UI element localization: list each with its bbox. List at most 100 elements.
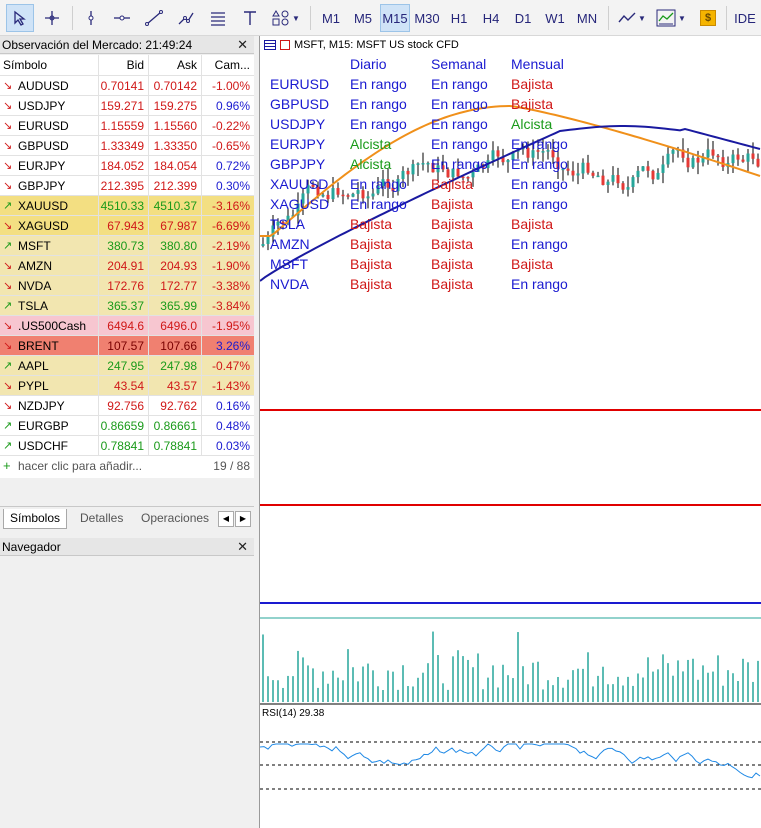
candle-body xyxy=(746,153,750,162)
candle-body xyxy=(571,170,575,176)
tab-details[interactable]: Detalles xyxy=(74,509,129,529)
chart-list-icon[interactable] xyxy=(264,40,276,50)
table-row[interactable]: ↗ EURGBP 0.86659 0.86661 0.48% xyxy=(0,416,254,436)
fibonacci-button[interactable] xyxy=(204,4,232,32)
close-icon[interactable]: ✕ xyxy=(237,539,248,555)
table-row[interactable]: ↘ XAGUSD 67.943 67.987 -6.69% xyxy=(0,216,254,236)
vertical-line-button[interactable] xyxy=(78,4,104,32)
timeframe-mn[interactable]: MN xyxy=(572,4,602,32)
timeframe-m1[interactable]: M1 xyxy=(316,4,346,32)
trend-symbol: EURUSD xyxy=(270,76,330,92)
tab-symbols[interactable]: Símbolos xyxy=(3,509,68,529)
ask-cell: 43.57 xyxy=(148,376,201,396)
text-tool-button[interactable] xyxy=(236,4,264,32)
table-row[interactable]: ↗ AAPL 247.95 247.98 -0.47% xyxy=(0,356,254,376)
table-row[interactable]: ↘ USDJPY 159.271 159.275 0.96% xyxy=(0,96,254,116)
candle-body xyxy=(641,166,645,171)
table-row[interactable]: ↘ BRENT 107.57 107.66 3.26% xyxy=(0,336,254,356)
ide-button[interactable]: IDE xyxy=(731,4,759,32)
table-row[interactable]: ↘ AUDUSD 0.70141 0.70142 -1.00% xyxy=(0,76,254,96)
candle-body xyxy=(421,163,425,165)
table-row[interactable]: ↗ USDCHF 0.78841 0.78841 0.03% xyxy=(0,436,254,456)
tab-operations[interactable]: Operaciones xyxy=(135,509,215,529)
close-icon[interactable]: ✕ xyxy=(237,37,248,53)
timeframe-label: M30 xyxy=(414,10,440,26)
ask-cell: 212.399 xyxy=(148,176,201,196)
column-header-ask[interactable]: Ask xyxy=(148,55,201,76)
change-cell: -2.19% xyxy=(201,236,254,256)
table-row[interactable]: ↘ NZDJPY 92.756 92.762 0.16% xyxy=(0,396,254,416)
ask-cell: 380.80 xyxy=(148,236,201,256)
indicators-icon xyxy=(656,9,676,27)
tab-label: Detalles xyxy=(80,511,124,525)
column-header-bid[interactable]: Bid xyxy=(98,55,148,76)
toolbar-separator xyxy=(72,6,73,30)
chart-type-button[interactable]: ▼ xyxy=(614,4,650,32)
timeframe-h4[interactable]: H4 xyxy=(476,4,506,32)
market-watch-footer: + hacer clic para añadir... 19 / 88 xyxy=(0,456,254,478)
candle-body xyxy=(606,181,610,185)
table-row[interactable]: ↘ GBPJPY 212.395 212.399 0.30% xyxy=(0,176,254,196)
table-row[interactable]: ↘ EURJPY 184.052 184.054 0.72% xyxy=(0,156,254,176)
chart-bars-icon[interactable] xyxy=(280,40,290,50)
trend-value: En rango xyxy=(350,96,407,112)
arrow-down-icon: ↘ xyxy=(3,320,13,332)
trend-value: Alcista xyxy=(350,156,392,172)
horizontal-line-button[interactable] xyxy=(108,4,136,32)
bid-cell: 92.756 xyxy=(98,396,148,416)
trading-button[interactable]: $ xyxy=(696,4,720,32)
table-row[interactable]: ↘ AMZN 204.91 204.93 -1.90% xyxy=(0,256,254,276)
table-row[interactable]: ↘ GBPUSD 1.33349 1.33350 -0.65% xyxy=(0,136,254,156)
candle-body xyxy=(691,157,695,168)
symbol-name: TSLA xyxy=(18,299,49,313)
timeframe-h1[interactable]: H1 xyxy=(444,4,474,32)
table-row[interactable]: ↘ .US500Cash 6494.6 6496.0 -1.95% xyxy=(0,316,254,336)
table-row[interactable]: ↘ PYPL 43.54 43.57 -1.43% xyxy=(0,376,254,396)
change-cell: 0.48% xyxy=(201,416,254,436)
add-symbol-hint[interactable]: hacer clic para añadir... xyxy=(18,459,142,473)
ma-fast-line xyxy=(260,104,761,237)
shapes-button[interactable]: ▼ xyxy=(268,4,304,32)
change-cell: 3.26% xyxy=(201,336,254,356)
column-header-change[interactable]: Cam... xyxy=(201,55,254,76)
market-watch-tabs: Símbolos Detalles Operaciones ◀ ▶ xyxy=(0,506,254,530)
table-row[interactable]: ↘ EURUSD 1.15559 1.15560 -0.22% xyxy=(0,116,254,136)
timeframe-label: M5 xyxy=(353,10,373,26)
timeframe-d1[interactable]: D1 xyxy=(508,4,538,32)
plus-icon: + xyxy=(3,458,11,473)
change-cell: 0.72% xyxy=(201,156,254,176)
arrow-down-icon: ↘ xyxy=(3,220,13,232)
candle-body xyxy=(741,159,745,162)
table-row[interactable]: ↘ NVDA 172.76 172.77 -3.38% xyxy=(0,276,254,296)
ask-cell: 172.77 xyxy=(148,276,201,296)
chart-window[interactable]: MSFT, M15: MSFT US stock CFD Diario Seman… xyxy=(259,36,761,828)
shapes-icon xyxy=(272,10,289,26)
timeframe-m5[interactable]: M5 xyxy=(348,4,378,32)
column-header-symbol[interactable]: Símbolo xyxy=(0,55,98,76)
chart-title: MSFT, M15: MSFT US stock CFD xyxy=(294,39,459,51)
symbol-name: BRENT xyxy=(18,339,59,353)
table-row[interactable]: ↗ TSLA 365.37 365.99 -3.84% xyxy=(0,296,254,316)
timeframe-label: D1 xyxy=(514,10,532,26)
tab-scroll-left-icon[interactable]: ◀ xyxy=(218,511,234,527)
timeframe-m15[interactable]: M15 xyxy=(380,4,410,32)
trend-value: En rango xyxy=(511,276,568,292)
timeframe-m30[interactable]: M30 xyxy=(412,4,442,32)
change-cell: -0.22% xyxy=(201,116,254,136)
symbol-name: USDCHF xyxy=(18,439,68,453)
candle-body xyxy=(616,175,620,184)
timeframe-w1[interactable]: W1 xyxy=(540,4,570,32)
table-row[interactable]: ↗ MSFT 380.73 380.80 -2.19% xyxy=(0,236,254,256)
trend-symbol: AMZN xyxy=(270,236,310,252)
channel-button[interactable] xyxy=(172,4,200,32)
tab-scroll-right-icon[interactable]: ▶ xyxy=(235,511,251,527)
trend-value: En rango xyxy=(431,116,488,132)
trend-value: Bajista xyxy=(431,176,474,192)
bid-cell: 365.37 xyxy=(98,296,148,316)
crosshair-tool-button[interactable] xyxy=(38,4,66,32)
cursor-tool-button[interactable] xyxy=(6,4,34,32)
arrow-up-icon: ↗ xyxy=(3,440,13,452)
indicators-button[interactable]: ▼ xyxy=(652,4,690,32)
table-row[interactable]: ↗ XAUUSD 4510.33 4510.37 -3.16% xyxy=(0,196,254,216)
trendline-button[interactable] xyxy=(140,4,168,32)
